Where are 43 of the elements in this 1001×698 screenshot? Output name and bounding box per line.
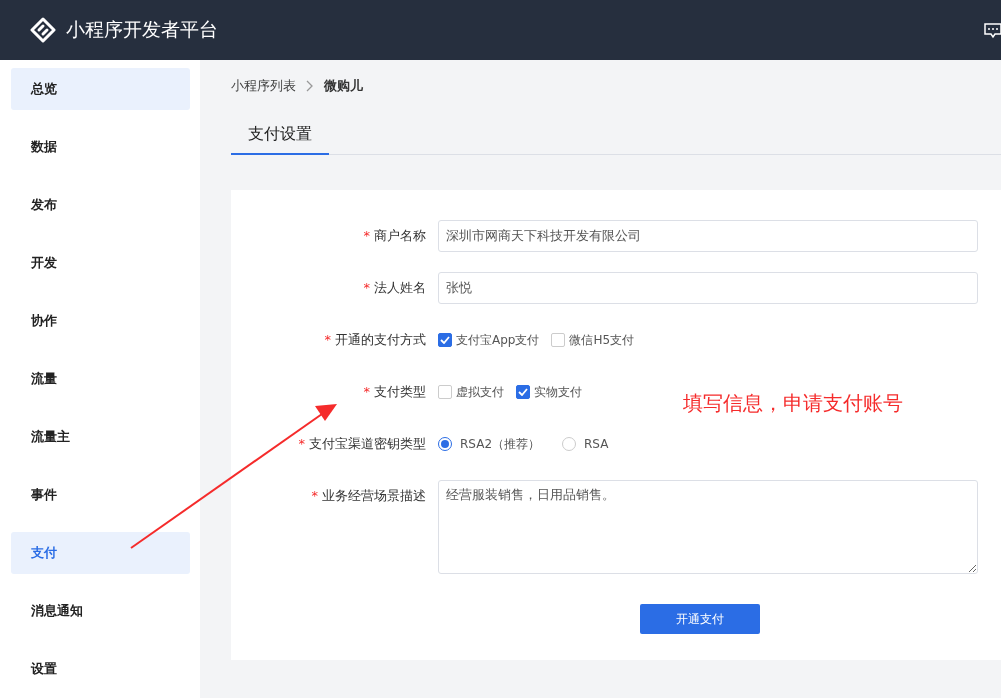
sidebar-item[interactable]: 开发 — [11, 242, 190, 284]
sidebar-item[interactable]: 支付 — [11, 532, 190, 574]
checkbox[interactable] — [516, 385, 530, 399]
field-label: 支付类型 — [374, 384, 426, 399]
input-field[interactable]: 张悦 — [438, 272, 978, 304]
checkbox-label[interactable]: 微信H5支付 — [569, 331, 635, 349]
checkbox-label[interactable]: 虚拟支付 — [456, 383, 504, 401]
checkbox[interactable] — [438, 333, 452, 347]
radio-label[interactable]: RSA2（推荐） — [460, 435, 541, 453]
checkbox-label[interactable]: 支付宝App支付 — [456, 331, 540, 349]
required-mark: * — [298, 436, 305, 451]
checkbox-label[interactable]: 实物支付 — [534, 383, 582, 401]
sidebar-item[interactable]: 流量主 — [11, 416, 190, 458]
sidebar-item[interactable]: 发布 — [11, 184, 190, 226]
tab[interactable]: 支付设置 — [231, 118, 329, 155]
required-mark: * — [363, 280, 370, 295]
sidebar-item[interactable]: 消息通知 — [11, 590, 190, 632]
field-label: 业务经营场景描述 — [322, 488, 426, 503]
sidebar-item[interactable]: 流量 — [11, 358, 190, 400]
chat-icon[interactable] — [983, 23, 1001, 39]
required-mark: * — [363, 228, 370, 243]
sidebar-item[interactable]: 数据 — [11, 126, 190, 168]
field-label: 商户名称 — [374, 228, 426, 243]
field-label: 支付宝渠道密钥类型 — [309, 436, 426, 451]
app-title: 小程序开发者平台 — [66, 17, 218, 42]
field-label: 法人姓名 — [374, 280, 426, 295]
required-mark: * — [311, 488, 318, 503]
chevron-icon — [306, 80, 314, 92]
required-mark: * — [363, 384, 370, 399]
text-area[interactable]: 经营服装销售，日用品销售。 — [438, 480, 978, 574]
sidebar-item[interactable]: 事件 — [11, 474, 190, 516]
logo-icon — [30, 17, 56, 43]
sidebar-item[interactable]: 协作 — [11, 300, 190, 342]
field-label: 开通的支付方式 — [335, 332, 426, 347]
sidebar-item[interactable]: 总览 — [11, 68, 190, 110]
required-mark: * — [324, 332, 331, 347]
submit-button[interactable]: 开通支付 — [640, 604, 760, 634]
sidebar-item[interactable]: 设置 — [11, 648, 190, 690]
breadcrumb-link[interactable]: 微购儿 — [324, 77, 363, 95]
annotation-text: 填写信息，申请支付账号 — [683, 391, 903, 415]
input-field[interactable]: 深圳市网商天下科技开发有限公司 — [438, 220, 978, 252]
radio-label[interactable]: RSA — [584, 437, 609, 451]
breadcrumb-link[interactable]: 小程序列表 — [231, 77, 296, 95]
